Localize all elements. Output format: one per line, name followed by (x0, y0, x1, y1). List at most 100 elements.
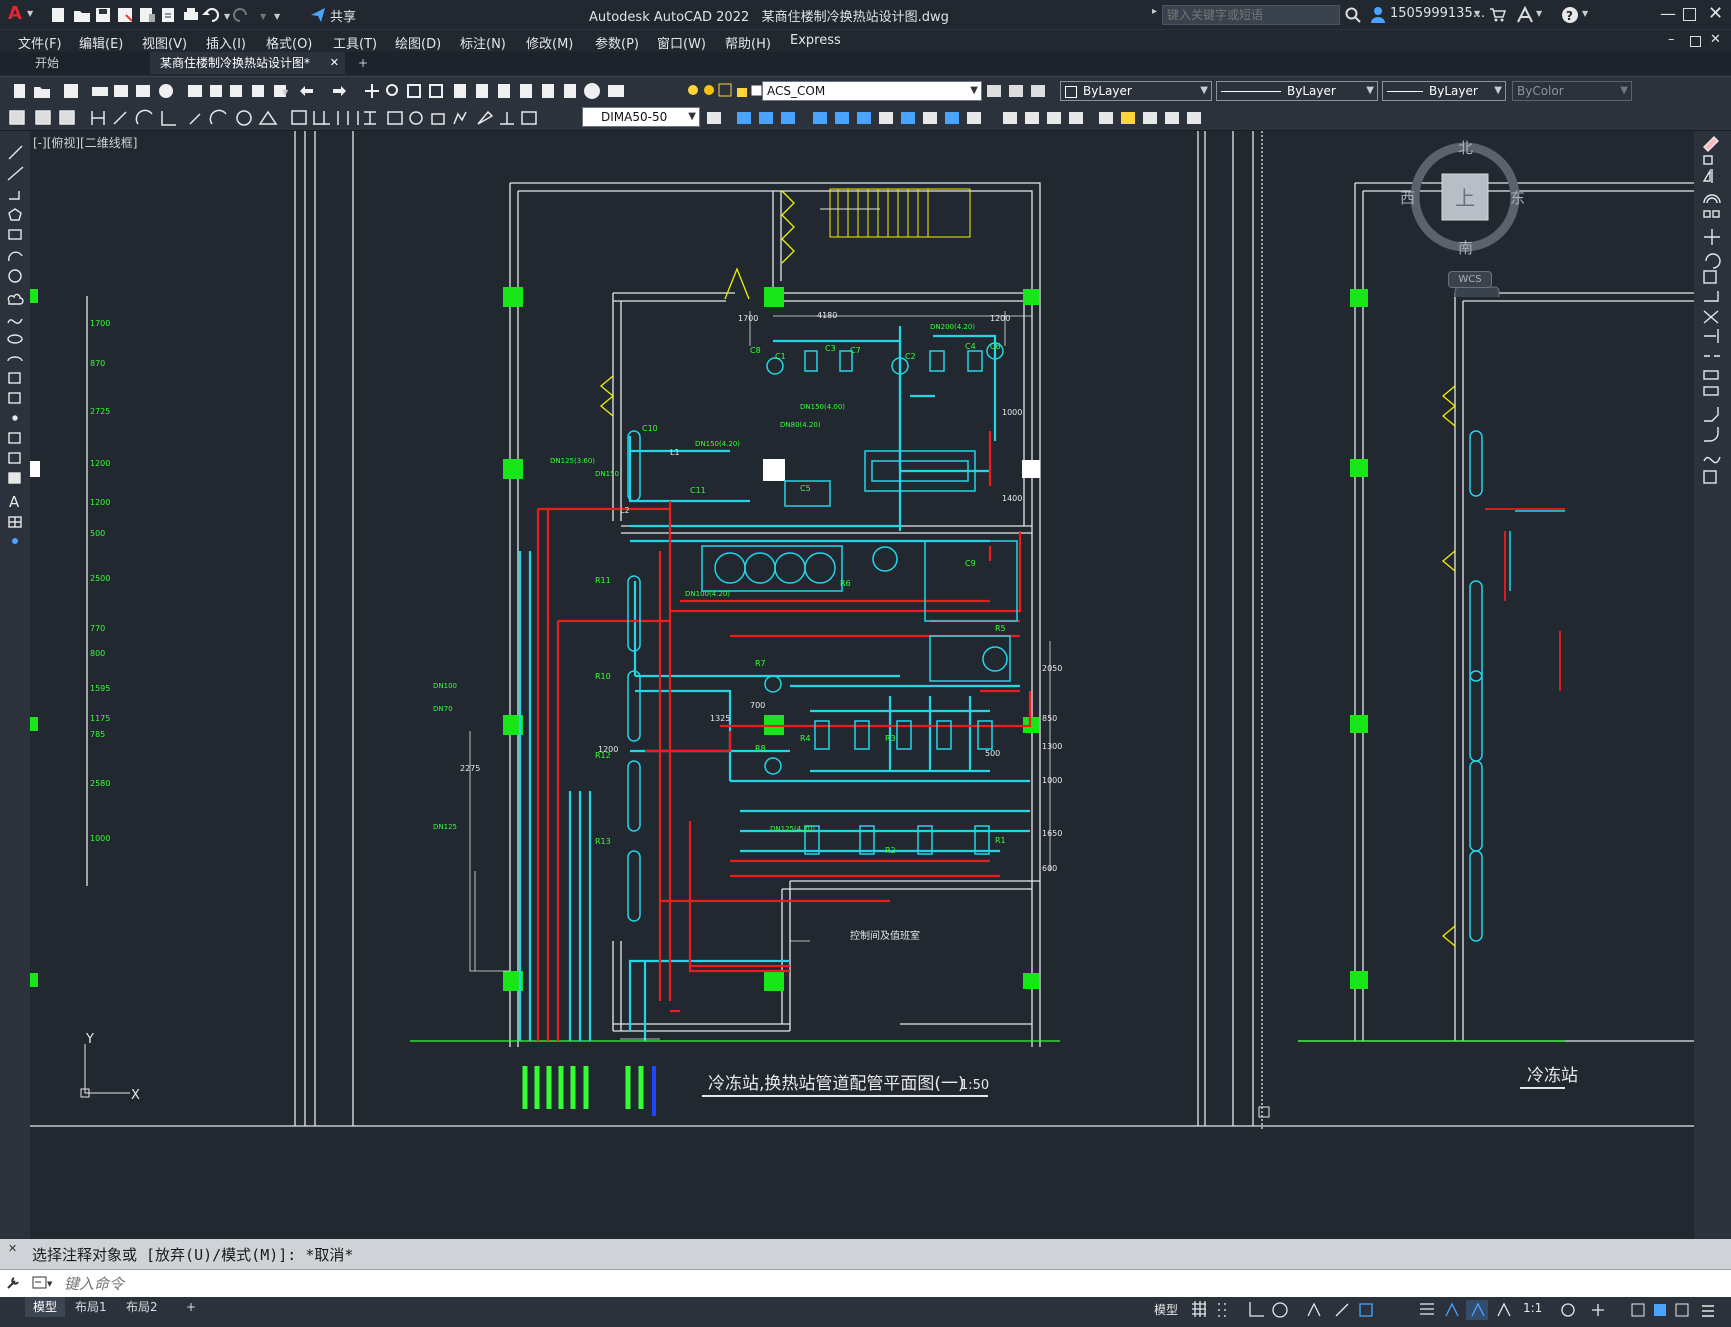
polyline-icon[interactable] (9, 191, 20, 200)
angular-icon[interactable] (258, 110, 278, 125)
save-icon[interactable] (96, 8, 110, 22)
mirror-icon[interactable] (781, 112, 795, 124)
snap-icon[interactable] (1218, 1303, 1226, 1317)
layer-props-icon[interactable] (608, 85, 624, 97)
menu-parametric[interactable]: 参数(P) (595, 33, 639, 52)
tab-drawing[interactable]: 某商住楼制冷换热站设计图* ✕ (150, 52, 345, 74)
save-tool-icon[interactable] (64, 84, 78, 98)
fillet-side-icon[interactable] (1704, 427, 1719, 442)
scale-icon[interactable] (901, 112, 915, 124)
osnap-track-icon[interactable] (1335, 1303, 1349, 1317)
rotate-side-icon[interactable] (1705, 253, 1721, 269)
save-as-icon[interactable] (118, 8, 133, 22)
hatch-icon[interactable] (8, 432, 21, 444)
layout-tab-2[interactable]: 布局2 (118, 1297, 166, 1317)
workspace-gear-icon[interactable] (1561, 1303, 1575, 1317)
customize-status-icon[interactable] (1702, 1305, 1714, 1317)
arc-length-icon[interactable] (135, 109, 153, 125)
move-icon[interactable] (857, 112, 871, 124)
open-file-icon[interactable] (74, 11, 90, 22)
app-logo-icon[interactable]: A (8, 5, 24, 23)
jogged-linear-icon[interactable] (453, 111, 467, 125)
menu-format[interactable]: 格式(O) (266, 33, 312, 52)
make-block-icon[interactable] (8, 392, 21, 404)
annotation-monitor-icon[interactable] (1592, 1304, 1604, 1316)
app-menu-chevron-icon[interactable]: ▼ (27, 9, 33, 18)
customize-wrench-icon[interactable] (6, 1276, 20, 1290)
break-icon[interactable] (1003, 112, 1017, 124)
fillet-icon[interactable] (1069, 112, 1083, 124)
region-icon[interactable] (8, 472, 21, 484)
spline-icon[interactable] (7, 318, 23, 324)
osnap-icon[interactable] (1359, 1303, 1373, 1317)
copy-side-icon[interactable] (1703, 155, 1713, 165)
plotstyle-dropdown[interactable]: ByColor ▼ (1512, 81, 1632, 101)
linear-dim-icon[interactable] (91, 111, 105, 125)
menu-file[interactable]: 文件(F) (18, 33, 62, 52)
ortho-icon[interactable] (1249, 1302, 1264, 1317)
diameter-icon[interactable] (236, 110, 252, 126)
user-account-button[interactable]: 1505999135... (1390, 6, 1485, 21)
3d-dwf-icon[interactable] (159, 84, 173, 98)
aligned-dim-icon[interactable] (113, 111, 127, 125)
menu-insert[interactable]: 插入(I) (206, 33, 246, 52)
move-side-icon[interactable] (1704, 229, 1720, 245)
menu-view[interactable]: 视图(V) (142, 33, 187, 52)
lineweight-dropdown[interactable]: ByLayer ▼ (1382, 81, 1506, 101)
paste-icon[interactable] (252, 85, 264, 97)
explode-icon[interactable] (1099, 112, 1113, 124)
share-icon[interactable] (310, 7, 326, 23)
radius-icon[interactable] (189, 113, 201, 125)
extend-icon[interactable] (967, 112, 981, 124)
erase-side-icon[interactable] (1703, 136, 1719, 152)
annotation-visibility-icon[interactable] (1445, 1302, 1459, 1317)
doc-close-icon[interactable]: ✕ (1710, 32, 1721, 47)
rotate-icon[interactable] (879, 112, 893, 124)
annotation-scale-icon[interactable] (1497, 1302, 1511, 1317)
layer-states-icon[interactable] (1031, 85, 1045, 97)
share-button[interactable]: 共享 (330, 6, 356, 25)
chamfer-side-icon[interactable] (1704, 407, 1719, 422)
trim-icon[interactable] (945, 112, 959, 124)
user-icon[interactable] (1370, 6, 1386, 24)
center-mark-icon[interactable] (409, 111, 423, 125)
a360-chevron-icon[interactable]: ▼ (1536, 9, 1542, 18)
menu-express[interactable]: Express (790, 33, 841, 48)
dim-style-manager-icon[interactable] (707, 112, 721, 124)
pan-icon[interactable] (365, 84, 379, 98)
quick-dim-icon[interactable] (291, 110, 307, 125)
dim-style-icon[interactable] (9, 110, 25, 125)
zoom-window-icon[interactable] (407, 84, 421, 98)
group-icon[interactable] (1165, 112, 1179, 124)
explode-side-icon[interactable] (1703, 470, 1717, 484)
continue-icon[interactable] (337, 111, 359, 125)
markup-icon[interactable] (542, 84, 554, 98)
array-side-icon[interactable] (1703, 210, 1711, 218)
stretch-icon[interactable] (923, 112, 937, 124)
zoom-prev-icon[interactable] (429, 84, 443, 98)
layer-lock-icon[interactable] (737, 88, 747, 97)
copy-obj-icon[interactable] (759, 112, 773, 124)
cut-icon[interactable] (210, 85, 222, 97)
make-current-icon[interactable] (987, 85, 1001, 97)
lineweight-toggle-icon[interactable] (1420, 1303, 1434, 1315)
break-side-icon[interactable] (1703, 370, 1719, 380)
menu-modify[interactable]: 修改(M) (526, 33, 573, 52)
linetype-dropdown[interactable]: ByLayer ▼ (1216, 81, 1378, 101)
rectangle-icon[interactable] (8, 229, 22, 240)
circle-icon[interactable] (8, 269, 22, 283)
autodesk-a360-icon[interactable] (1516, 6, 1534, 24)
minimize-icon[interactable]: — (1660, 4, 1676, 23)
undo-icon[interactable] (202, 8, 219, 22)
compass-east[interactable]: 东 (1510, 187, 1525, 208)
construction-line-icon[interactable] (7, 166, 24, 181)
blend-side-icon[interactable] (1703, 456, 1721, 464)
help-chevron-icon[interactable]: ▼ (1582, 9, 1588, 18)
join-icon[interactable] (1025, 112, 1039, 124)
grid-icon[interactable] (1192, 1301, 1206, 1317)
add-layout-icon[interactable]: + (178, 1297, 204, 1317)
layer-on-icon[interactable] (688, 85, 698, 95)
isolate-objects-icon[interactable] (1631, 1303, 1645, 1317)
properties-icon[interactable] (454, 84, 466, 98)
plot-icon[interactable] (184, 8, 198, 20)
